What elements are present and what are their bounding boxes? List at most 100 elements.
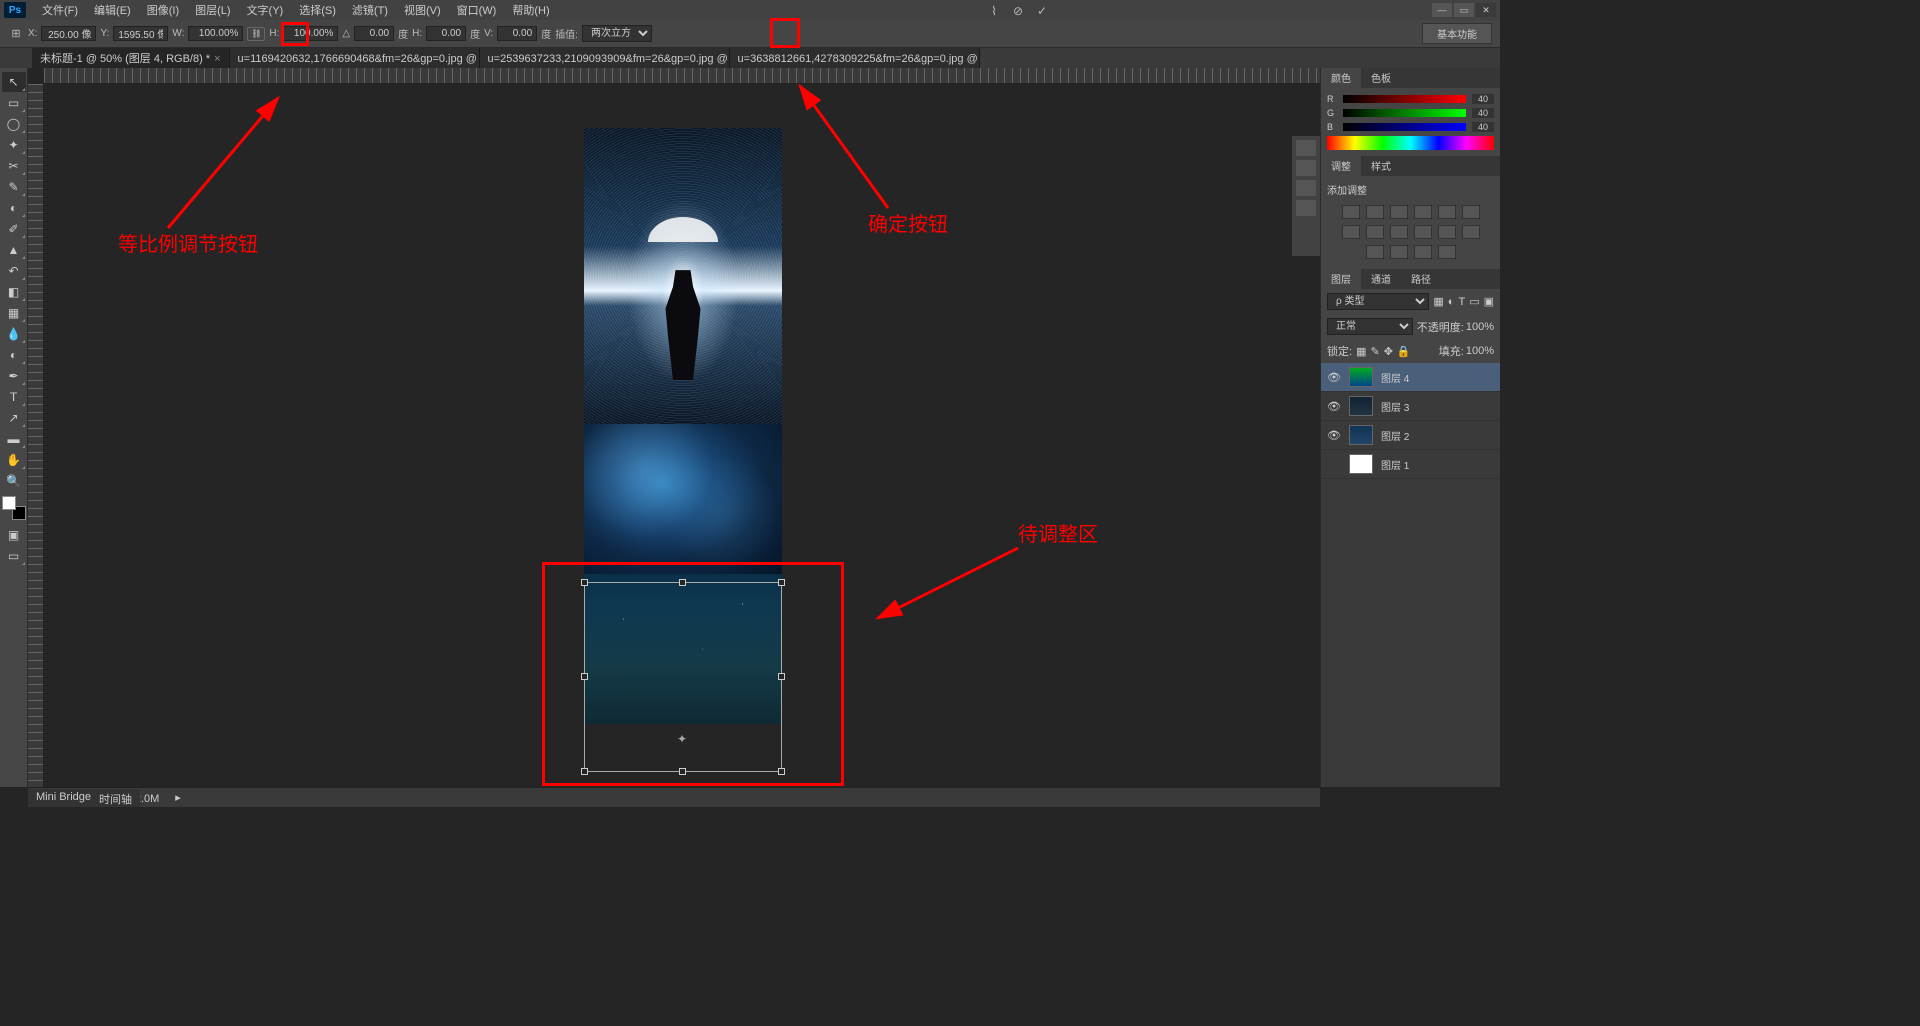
pen-tool[interactable]: ✒ [2, 366, 26, 386]
transform-ref-icon[interactable]: ⊞ [8, 26, 24, 42]
history-brush-tool[interactable]: ↶ [2, 261, 26, 281]
adj-hue-icon[interactable] [1462, 205, 1480, 219]
menu-select[interactable]: 选择(S) [291, 2, 344, 18]
r-slider[interactable] [1343, 95, 1466, 103]
skew-v-input[interactable] [497, 26, 537, 41]
adj-vibrance-icon[interactable] [1438, 205, 1456, 219]
commit-transform-icon[interactable]: ✓ [1034, 3, 1050, 19]
wand-tool[interactable]: ✦ [2, 135, 26, 155]
cancel-transform-icon[interactable]: ⊘ [1010, 3, 1026, 19]
lasso-tool[interactable]: ◯ [2, 114, 26, 134]
skew-h-input[interactable] [426, 26, 466, 41]
collapsed-dock[interactable] [1292, 136, 1320, 256]
screenmode-tool[interactable]: ▭ [2, 546, 26, 566]
layer-thumbnail[interactable] [1349, 367, 1373, 387]
menu-help[interactable]: 帮助(H) [504, 2, 557, 18]
angle-input[interactable] [354, 26, 394, 41]
layer-thumbnail[interactable] [1349, 396, 1373, 416]
dock-icon-4[interactable] [1296, 200, 1316, 216]
maximize-button[interactable]: ▭ [1454, 3, 1474, 17]
warp-icon[interactable]: ⌇ [986, 3, 1002, 19]
g-value[interactable]: 40 [1472, 108, 1494, 118]
adj-bw-icon[interactable] [1366, 225, 1384, 239]
minimize-button[interactable]: — [1432, 3, 1452, 17]
adj-selective-icon[interactable] [1438, 245, 1456, 259]
canvas-area[interactable]: ✦ 等比例调节按钮 确定按钮 待调整区 [28, 68, 1320, 787]
fill-value[interactable]: 100% [1466, 345, 1494, 357]
adj-photo-filter-icon[interactable] [1390, 225, 1408, 239]
menu-type[interactable]: 文字(Y) [239, 2, 292, 18]
blur-tool[interactable]: 💧 [2, 324, 26, 344]
gradient-tool[interactable]: ▦ [2, 303, 26, 323]
visibility-icon[interactable]: 👁 [1327, 429, 1341, 442]
tab-minibridge[interactable]: Mini Bridge [36, 791, 91, 805]
dock-icon-3[interactable] [1296, 180, 1316, 196]
layer-kind-filter[interactable]: ρ 类型 [1327, 293, 1429, 310]
visibility-icon[interactable]: 👁 [1327, 400, 1341, 413]
doc-tab-4[interactable]: u=3638812661,4278309225&fm=26&gp=0.jpg @… [730, 48, 980, 68]
layer-row[interactable]: 👁 图层 4 [1321, 363, 1500, 392]
eyedropper-tool[interactable]: ✎ [2, 177, 26, 197]
adj-exposure-icon[interactable] [1414, 205, 1432, 219]
lock-all-icon[interactable]: 🔒 [1397, 345, 1411, 358]
opacity-value[interactable]: 100% [1466, 321, 1494, 333]
dock-icon-1[interactable] [1296, 140, 1316, 156]
adj-invert-icon[interactable] [1462, 225, 1480, 239]
aspect-link-icon[interactable]: ⛓ [247, 27, 265, 41]
y-input[interactable] [113, 26, 168, 41]
menu-layer[interactable]: 图层(L) [187, 2, 238, 18]
ruler-horizontal[interactable] [44, 68, 1320, 84]
dodge-tool[interactable]: ◐ [2, 345, 26, 365]
path-tool[interactable]: ↗ [2, 408, 26, 428]
close-icon[interactable]: × [214, 53, 220, 65]
adj-posterize-icon[interactable] [1366, 245, 1384, 259]
lock-pos-icon[interactable]: ✥ [1384, 345, 1393, 358]
lock-trans-icon[interactable]: ▦ [1356, 345, 1366, 358]
filter-shape-icon[interactable]: ▭ [1469, 295, 1479, 308]
adj-curves-icon[interactable] [1390, 205, 1408, 219]
interpolation-select[interactable]: 两次立方 [582, 25, 652, 42]
doc-tab-3[interactable]: u=2539637233,2109093909&fm=26&gp=0.jpg @… [480, 48, 730, 68]
brush-tool[interactable]: ✐ [2, 219, 26, 239]
adj-balance-icon[interactable] [1342, 225, 1360, 239]
tab-swatches[interactable]: 色板 [1361, 68, 1401, 88]
blend-mode-select[interactable]: 正常 [1327, 318, 1413, 335]
layer-thumbnail[interactable] [1349, 425, 1373, 445]
g-slider[interactable] [1343, 109, 1466, 117]
stamp-tool[interactable]: ▲ [2, 240, 26, 260]
w-input[interactable] [188, 26, 243, 41]
layer-row[interactable]: 👁 图层 3 [1321, 392, 1500, 421]
filter-adjust-icon[interactable]: ◐ [1448, 296, 1455, 308]
adj-threshold-icon[interactable] [1390, 245, 1408, 259]
healing-tool[interactable]: ◐ [2, 198, 26, 218]
visibility-icon[interactable]: 👁 [1327, 371, 1341, 384]
type-tool[interactable]: T [2, 387, 26, 407]
r-value[interactable]: 40 [1472, 94, 1494, 104]
hand-tool[interactable]: ✋ [2, 450, 26, 470]
crop-tool[interactable]: ✂ [2, 156, 26, 176]
tab-timeline[interactable]: 时间轴 [99, 791, 132, 805]
layer-row[interactable]: 图层 1 [1321, 450, 1500, 479]
b-slider[interactable] [1343, 123, 1466, 131]
tab-color[interactable]: 颜色 [1321, 68, 1361, 88]
layer-name[interactable]: 图层 4 [1381, 370, 1409, 385]
workspace-switcher[interactable]: 基本功能 [1422, 23, 1492, 44]
tab-styles[interactable]: 样式 [1361, 156, 1401, 176]
layer-name[interactable]: 图层 2 [1381, 428, 1409, 443]
doc-tab-1[interactable]: 未标题-1 @ 50% (图层 4, RGB/8) *× [32, 48, 230, 68]
adj-lookup-icon[interactable] [1438, 225, 1456, 239]
dock-icon-2[interactable] [1296, 160, 1316, 176]
tab-layers[interactable]: 图层 [1321, 269, 1361, 289]
spectrum-bar[interactable] [1327, 136, 1494, 150]
layer-thumbnail[interactable] [1349, 454, 1373, 474]
menu-view[interactable]: 视图(V) [396, 2, 449, 18]
eraser-tool[interactable]: ◧ [2, 282, 26, 302]
marquee-tool[interactable]: ▭ [2, 93, 26, 113]
doc-tab-2[interactable]: u=1169420632,1766690468&fm=26&gp=0.jpg @… [230, 48, 480, 68]
filter-pixel-icon[interactable]: ▦ [1433, 295, 1443, 308]
tab-channels[interactable]: 通道 [1361, 269, 1401, 289]
ruler-vertical[interactable] [28, 84, 44, 787]
filter-type-icon[interactable]: T [1458, 296, 1465, 308]
menu-filter[interactable]: 滤镜(T) [344, 2, 396, 18]
menu-edit[interactable]: 编辑(E) [86, 2, 139, 18]
